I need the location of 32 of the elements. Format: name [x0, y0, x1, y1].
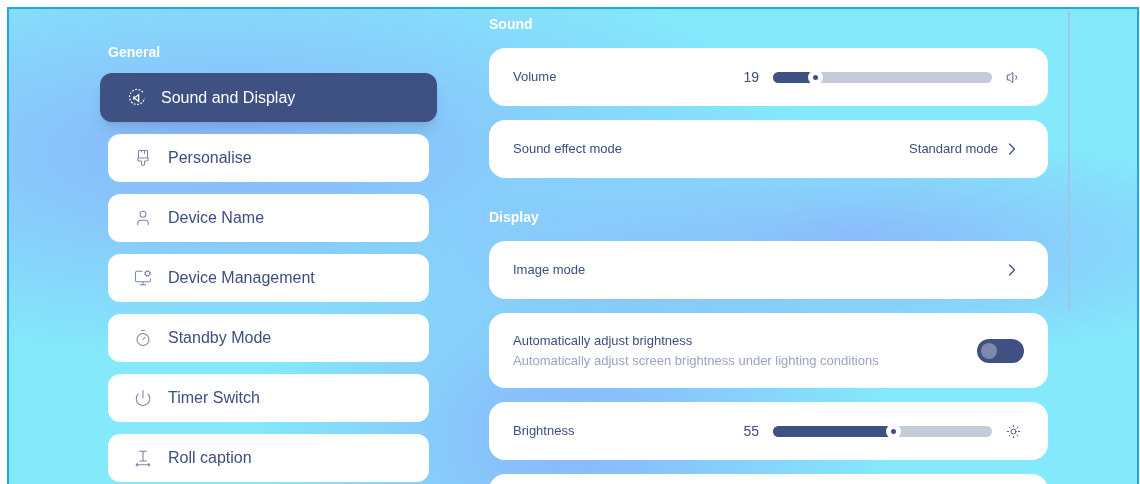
- setting-description: Automatically adjust screen brightness under lighting conditions: [513, 351, 879, 370]
- slider-reading: 19: [742, 67, 759, 87]
- toggle-switch[interactable]: [977, 338, 1024, 363]
- setting-label: Image mode: [513, 261, 586, 280]
- power-icon: [134, 389, 152, 407]
- stopwatch-icon: [134, 329, 152, 347]
- slider-track[interactable]: [773, 425, 992, 437]
- slider-reading: 55: [742, 421, 759, 441]
- section-heading: General: [108, 43, 162, 62]
- person-icon: [134, 209, 152, 227]
- sidebar-item[interactable]: Timer Switch: [108, 374, 429, 422]
- text-width-icon: [134, 449, 152, 467]
- setting-label: Sound effect mode: [513, 140, 622, 159]
- speaker-circle-icon: [127, 87, 147, 108]
- sidebar-item[interactable]: Personalise: [108, 134, 429, 182]
- monitor-gear-icon: [134, 269, 152, 287]
- sidebar-item[interactable]: Sound and Display: [100, 73, 437, 122]
- slider-track[interactable]: [773, 71, 992, 83]
- sidebar-item[interactable]: Device Management: [108, 254, 429, 302]
- section-heading: Display: [489, 208, 540, 227]
- sidebar-item[interactable]: Standby Mode: [108, 314, 429, 362]
- setting-label: Brightness: [513, 422, 575, 441]
- paintbrush-icon: [134, 149, 152, 167]
- sidebar-item[interactable]: Device Name: [108, 194, 429, 242]
- setting-label: Automatically adjust brightness: [513, 332, 694, 350]
- setting-card[interactable]: Sound effect mode Standard mode: [489, 120, 1048, 178]
- section-heading: Sound: [489, 15, 534, 34]
- sun-icon: [1006, 423, 1021, 439]
- setting-label: Volume: [513, 68, 557, 87]
- sidebar-item[interactable]: Roll caption: [108, 434, 429, 482]
- setting-value: Standard mode: [909, 140, 998, 159]
- setting-card[interactable]: Image mode: [489, 241, 1048, 299]
